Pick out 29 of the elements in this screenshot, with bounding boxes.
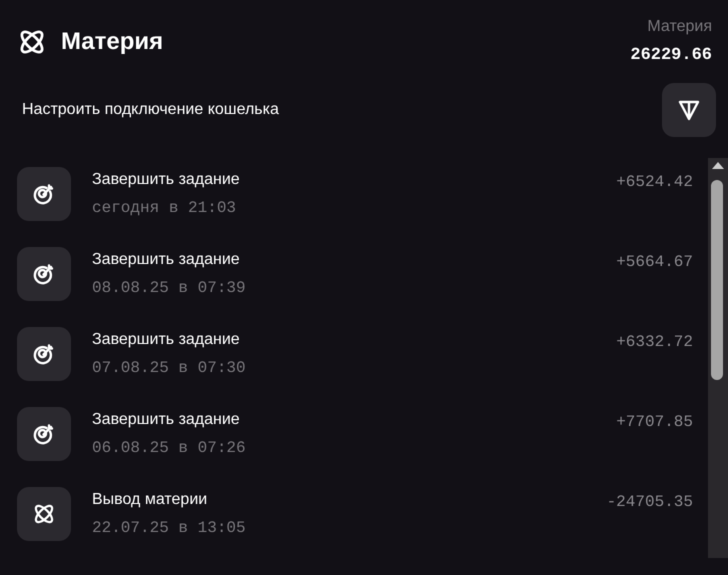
transaction-time: 07.08.25 в 07:30	[92, 359, 247, 377]
transaction-amount: +6332.72	[616, 332, 693, 353]
atom-icon	[32, 502, 56, 526]
target-icon	[32, 342, 56, 366]
scrollbar[interactable]	[708, 158, 728, 558]
wallet-connect-button[interactable]	[662, 83, 716, 137]
transaction-title: Завершить задание	[92, 331, 241, 349]
scroll-up-icon[interactable]	[712, 162, 724, 169]
transaction-amount: +5664.67	[616, 252, 693, 273]
app-title: Материя	[61, 28, 164, 56]
transaction-time: сегодня в 21:03	[92, 199, 238, 217]
transaction-title: Завершить задание	[92, 251, 241, 269]
scrollbar-thumb[interactable]	[711, 180, 723, 380]
balance-label: Материя	[647, 18, 712, 36]
transaction-title: Завершить задание	[92, 171, 241, 189]
transaction-time: 06.08.25 в 07:26	[92, 439, 247, 457]
target-icon	[32, 262, 56, 286]
wallet-label: Настроить подключение кошелька	[22, 101, 279, 119]
transaction-amount: -24705.35	[606, 492, 693, 513]
balance-value: 26229.66	[630, 46, 712, 65]
transaction-amount: +7707.85	[616, 412, 693, 433]
transaction-title: Завершить задание	[92, 411, 241, 429]
triangle-icon	[677, 98, 701, 122]
transaction-amount: +6524.42	[616, 172, 693, 193]
target-icon	[32, 422, 56, 446]
transaction-title: Вывод материи	[92, 491, 208, 509]
transaction-time: 22.07.25 в 13:05	[92, 519, 247, 537]
target-icon	[32, 182, 56, 206]
transaction-time: 08.08.25 в 07:39	[92, 279, 247, 297]
